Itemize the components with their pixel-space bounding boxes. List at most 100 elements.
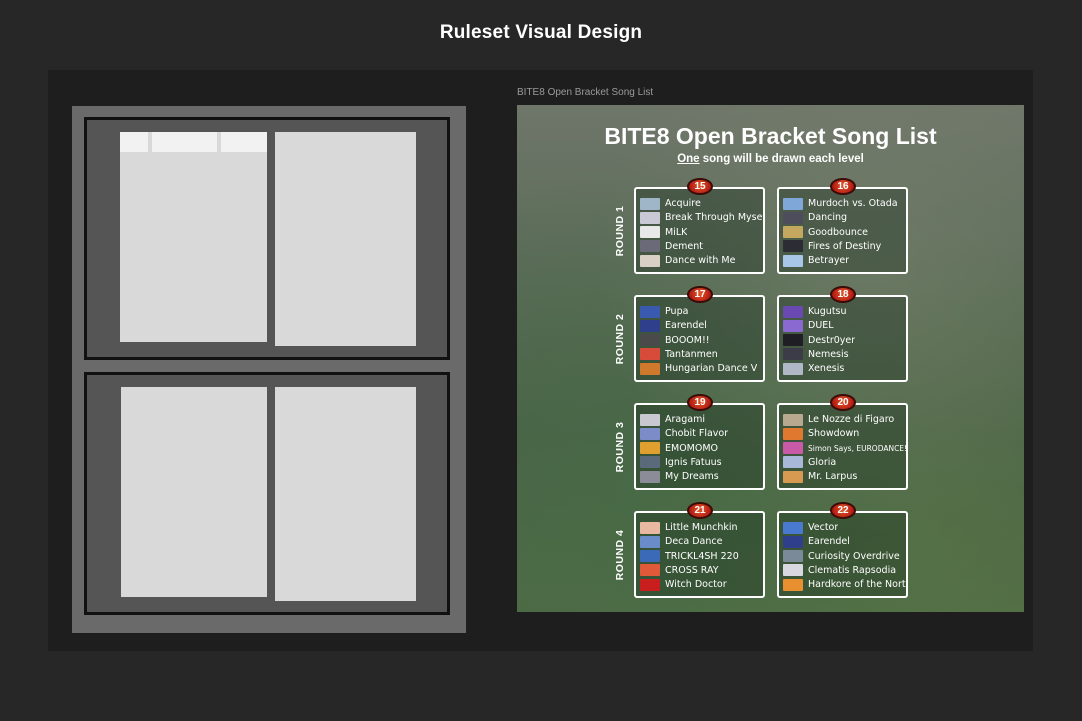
song-title: Little Munchkin [665,522,738,533]
song-title: Simon Says, EURODANCE!! [808,443,907,453]
song-thumbnail [783,226,803,239]
wireframe-mockup [72,106,466,633]
song-title: Kugutsu [808,306,847,317]
level-badge: 18 [830,286,856,303]
song-row: CROSS RAY [640,564,764,577]
song-row: Break Through Myself [640,211,764,224]
song-row: EMOMOMO [640,442,764,455]
level-badge: 20 [830,394,856,411]
song-row: Earendel [783,535,907,548]
song-title: Nemesis [808,348,849,360]
song-thumbnail [783,550,803,563]
song-thumbnail [783,334,803,347]
song-thumbnail [640,456,660,469]
level-badge: 15 [687,178,713,195]
song-thumbnail [640,550,660,563]
wireframe-tab [221,132,267,152]
song-thumbnail [640,254,660,267]
song-thumbnail [640,564,660,577]
artboard-song-list[interactable]: BITE8 Open Bracket Song List One song wi… [517,105,1024,612]
song-thumbnail [783,305,803,318]
song-thumbnail [640,427,660,440]
song-row: Hungarian Dance V [640,362,764,375]
wireframe-panel [275,387,416,601]
song-row: Pupa [640,305,764,318]
song-thumbnail [640,578,660,591]
song-title: Earendel [665,320,707,332]
song-thumbnail [783,319,803,332]
wireframe-frame-bottom [84,372,450,615]
song-title: Gloria [808,456,837,468]
song-row: Tantanmen [640,348,764,361]
song-thumbnail [783,254,803,267]
song-row: Witch Doctor [640,578,764,591]
song-title: Witch Doctor [665,579,727,591]
level-box: 19 Aragami Chobit Flavor EMOMOMO Ignis Fatuu… [634,394,765,490]
song-title: DUEL [808,320,834,332]
song-title: Clematis Rapsodia [808,564,897,576]
song-title: TRICKL4SH 220 [665,550,739,562]
level-badge: 21 [687,502,713,519]
song-title: Aragami [665,414,705,425]
song-thumbnail [783,413,803,426]
round-label: ROUND 4 [614,529,626,581]
song-thumbnail [640,211,660,224]
song-row: Xenesis [783,362,907,375]
wireframe-tab [120,132,148,152]
song-title: Tantanmen [665,348,718,360]
page-title: Ruleset Visual Design [439,22,643,43]
song-thumbnail [783,521,803,534]
subtitle-text: song will be drawn each level [699,153,864,165]
song-title: Murdoch vs. Otada [808,198,898,209]
song-thumbnail [640,305,660,318]
song-row: Nemesis [783,348,907,361]
level-badge: 19 [687,394,713,411]
song-thumbnail [640,535,660,548]
song-row: Kugutsu [783,305,907,318]
song-title: Fires of Destiny [808,240,882,252]
song-title: Pupa [665,306,689,317]
design-canvas: BITE8 Open Bracket Song List BITE8 Open … [48,70,1033,651]
song-thumbnail [640,470,660,483]
song-title: Curiosity Overdrive [808,550,900,562]
song-title: Break Through Myself [665,212,764,224]
song-title: Mr. Larpus [808,471,858,483]
wireframe-tab [152,132,217,152]
level-box: 22 Vector Earendel Curiosity Overdrive Clema… [777,502,908,598]
song-title: Chobit Flavor [665,428,729,440]
song-thumbnail [640,442,660,455]
song-title: BOOOM!! [665,334,710,346]
level-box: 21 Little Munchkin Deca Dance TRICKL4SH 220… [634,502,765,598]
song-title: Le Nozze di Figaro [808,414,895,425]
round-label: ROUND 1 [614,205,626,257]
wireframe-panel [120,132,267,342]
song-row: Le Nozze di Figaro [783,413,907,426]
song-row: Showdown [783,427,907,440]
level-badge: 17 [687,286,713,303]
song-thumbnail [783,470,803,483]
song-title: Hardkore of the North [808,579,907,591]
song-row: Gloria [783,456,907,469]
song-title: Dance with Me [665,255,736,267]
song-thumbnail [640,362,660,375]
song-title: Vector [808,522,839,533]
level-badge: 22 [830,502,856,519]
song-row: DUEL [783,319,907,332]
song-thumbnail [640,240,660,253]
song-title: MiLK [665,226,688,238]
song-row: Dancing [783,211,907,224]
song-thumbnail [640,413,660,426]
song-row: Acquire [640,197,764,210]
song-row: Betrayer [783,254,907,267]
song-thumbnail [640,521,660,534]
song-row: Curiosity Overdrive [783,550,907,563]
artboard-label[interactable]: BITE8 Open Bracket Song List [517,87,653,98]
level-box: 15 Acquire Break Through Myself MiLK Dement D… [634,178,765,274]
song-list-subtitle: One song will be drawn each level [517,153,1024,165]
song-thumbnail [783,211,803,224]
song-row: Little Munchkin [640,521,764,534]
song-thumbnail [783,564,803,577]
song-row: Murdoch vs. Otada [783,197,907,210]
song-row: Goodbounce [783,226,907,239]
song-title: Xenesis [808,363,845,375]
